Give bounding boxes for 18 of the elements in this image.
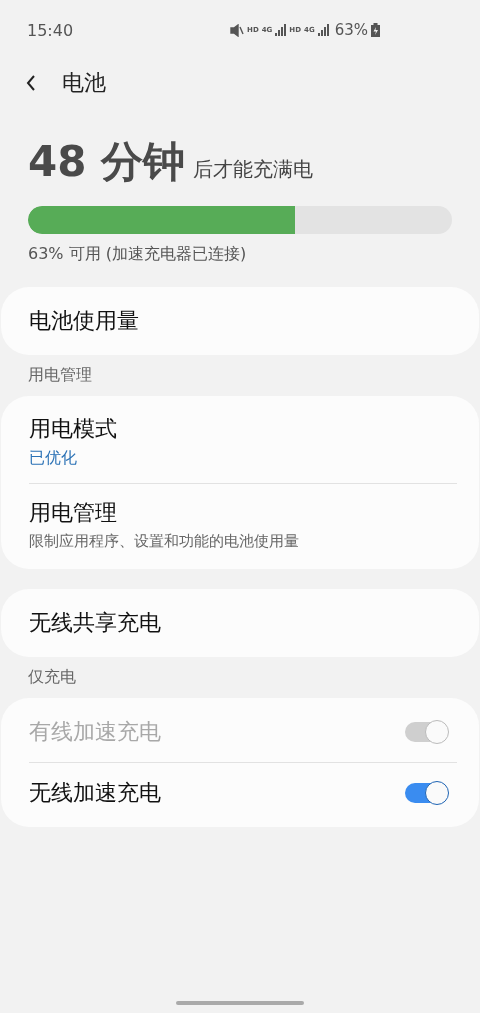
charge-time-suffix: 后才能充满电 (193, 156, 314, 183)
signal-icon (275, 24, 287, 36)
charge-time: 48 分钟 (28, 136, 186, 188)
page-title: 电池 (62, 69, 106, 97)
toggle-switch[interactable] (405, 783, 447, 803)
battery-percent: 63% (334, 21, 368, 39)
section-heading: 仅充电 (27, 667, 77, 688)
status-time: 15:40 (27, 20, 74, 40)
mute-icon (230, 23, 245, 37)
settings-item[interactable]: 用电模式 已优化 (1, 400, 479, 483)
settings-item[interactable]: 电池使用量 (1, 291, 479, 351)
battery-status-text: 63% 可用 (加速充电器已连接) (28, 244, 248, 265)
settings-item[interactable]: 无线共享充电 (1, 593, 479, 653)
settings-item[interactable]: 无线加速充电 (1, 763, 479, 823)
settings-item[interactable]: 用电管理 限制应用程序、设置和功能的电池使用量 (1, 484, 479, 565)
section-heading: 用电管理 (27, 365, 93, 386)
signal-icon (317, 24, 329, 36)
charging-battery-icon (371, 23, 380, 37)
